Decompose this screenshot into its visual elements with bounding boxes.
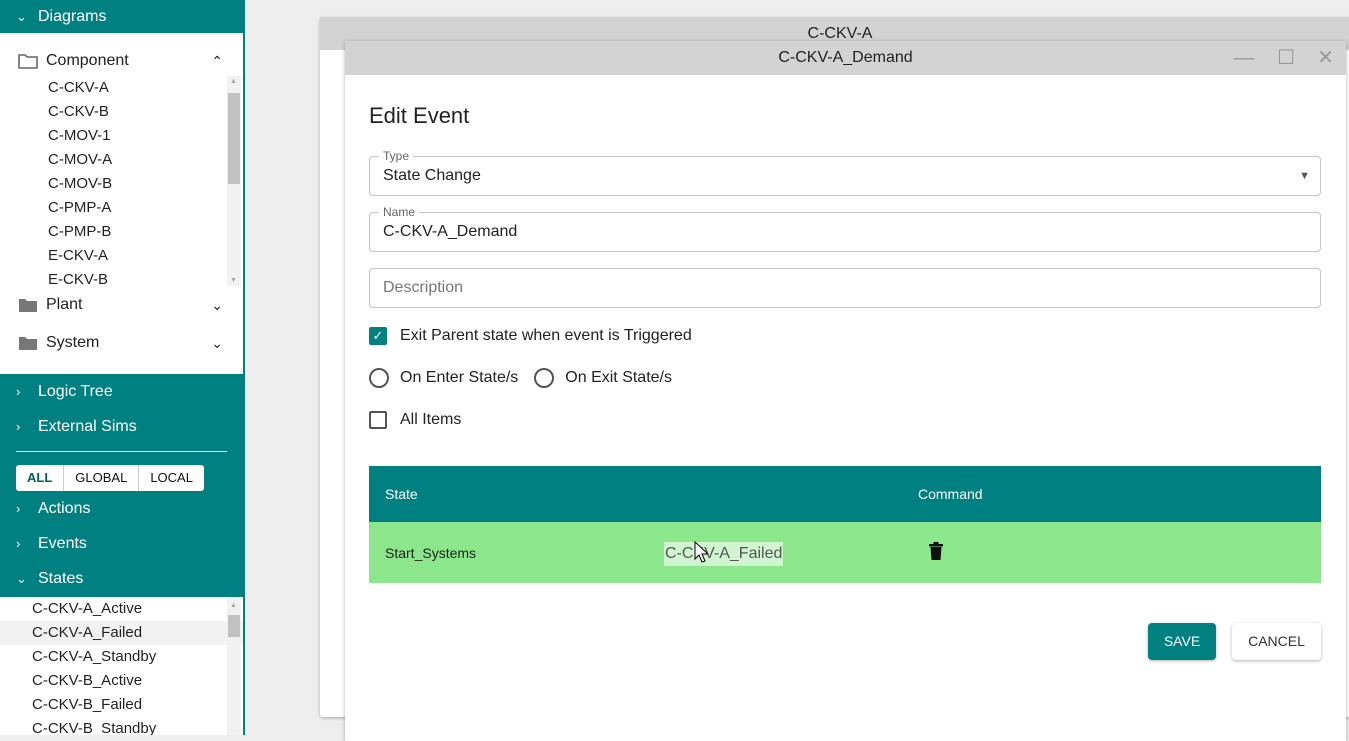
scroll-up-icon[interactable]: ▲: [230, 602, 237, 609]
scrollbar[interactable]: ▲ ▼: [227, 76, 241, 286]
radio-on-enter[interactable]: [369, 368, 389, 388]
logic-tree-header[interactable]: › Logic Tree: [0, 374, 243, 409]
folder-plant[interactable]: Plant ⌄: [0, 286, 243, 324]
folder-component[interactable]: Component ⌃: [0, 42, 243, 80]
chevron-right-icon: ›: [16, 501, 21, 516]
section-label: Actions: [38, 499, 91, 517]
folder-open-icon: [18, 54, 38, 69]
radio-label: On Exit State/s: [565, 369, 672, 386]
radio-label: On Enter State/s: [400, 369, 519, 386]
component-list: C-CKV-A C-CKV-B C-MOV-1 C-MOV-A C-MOV-B …: [0, 76, 243, 286]
section-label: External Sims: [38, 417, 137, 435]
chevron-down-icon: ⌄: [16, 570, 27, 586]
scroll-up-icon[interactable]: ▲: [230, 78, 237, 85]
dropdown-arrow-icon: ▼: [1299, 170, 1310, 182]
list-item[interactable]: C-CKV-B: [0, 100, 243, 124]
column-header-state: State: [369, 466, 902, 522]
list-item[interactable]: C-PMP-A: [0, 196, 243, 220]
chevron-down-icon: ⌄: [211, 296, 223, 313]
field-value: State Change: [383, 167, 481, 184]
section-label: Events: [38, 534, 87, 552]
external-sims-header[interactable]: › External Sims: [0, 409, 243, 444]
chevron-down-icon: ⌄: [211, 334, 223, 351]
folder-label: System: [46, 334, 100, 351]
folder-icon: [19, 299, 37, 312]
maximize-icon[interactable]: ☐: [1277, 41, 1295, 75]
table-row[interactable]: Start_Systems: [369, 522, 1321, 583]
filter-local[interactable]: LOCAL: [139, 465, 204, 491]
name-field[interactable]: Name C-CKV-A_Demand: [369, 205, 1321, 252]
list-item[interactable]: C-PMP-B: [0, 220, 243, 244]
list-item[interactable]: C-MOV-B: [0, 172, 243, 196]
description-field[interactable]: Description: [369, 268, 1321, 308]
save-button[interactable]: SAVE: [1148, 623, 1216, 660]
chevron-up-icon: ⌃: [211, 52, 223, 69]
list-item[interactable]: C-CKV-A_Active: [0, 597, 243, 621]
cancel-button[interactable]: CANCEL: [1232, 623, 1321, 660]
command-cell: [902, 522, 1321, 583]
events-header[interactable]: › Events: [0, 526, 243, 561]
minimize-icon[interactable]: —: [1234, 41, 1254, 75]
checkbox-checked-icon[interactable]: ✓: [369, 327, 387, 345]
state-table: State Command Start_Systems: [369, 466, 1321, 583]
sidebar: ⌄ Diagrams Component ⌃ C-CKV-A C-CKV-B C-M…: [0, 0, 245, 735]
type-select[interactable]: Type State Change ▼: [369, 149, 1321, 196]
close-icon[interactable]: ✕: [1317, 41, 1334, 75]
folder-label: Component: [46, 52, 129, 69]
states-header[interactable]: ⌄ States: [0, 561, 243, 596]
section-label: Diagrams: [38, 7, 107, 25]
list-item[interactable]: C-CKV-B_Failed: [0, 693, 243, 717]
field-value: C-CKV-A_Demand: [383, 223, 518, 240]
state-cell: Start_Systems: [369, 522, 902, 583]
edit-event-dialog: C-CKV-A_Demand — ☐ ✕ Edit Event Type Stat…: [345, 41, 1346, 741]
list-item[interactable]: C-MOV-1: [0, 124, 243, 148]
filter-all[interactable]: ALL: [16, 465, 65, 491]
checkbox-label: All Items: [400, 411, 462, 428]
list-item[interactable]: E-CKV-B: [0, 268, 243, 286]
scope-filter: ALL GLOBAL LOCAL: [16, 465, 243, 491]
drag-ghost: C-CKV-A_Failed: [664, 542, 784, 566]
scroll-thumb[interactable]: [228, 93, 240, 184]
scrollbar[interactable]: ▲: [227, 597, 241, 735]
all-items-checkbox-row[interactable]: All Items: [369, 411, 461, 429]
list-item[interactable]: C-CKV-B_Active: [0, 669, 243, 693]
scroll-down-icon[interactable]: ▼: [230, 277, 237, 284]
folder-label: Plant: [46, 296, 83, 313]
teal-panel: › Logic Tree › External Sims ALL GLOBAL LO…: [0, 374, 243, 597]
scroll-thumb[interactable]: [228, 615, 240, 637]
dialog-titlebar: C-CKV-A_Demand — ☐ ✕: [345, 41, 1346, 75]
exit-parent-checkbox-row[interactable]: ✓ Exit Parent state when event is Trigger…: [369, 327, 692, 345]
field-label: Name: [379, 205, 420, 219]
section-label: Logic Tree: [38, 382, 113, 400]
chevron-right-icon: ›: [16, 419, 21, 434]
list-item-selected[interactable]: C-CKV-A_Failed: [0, 621, 243, 645]
list-item[interactable]: C-CKV-B_Standby: [0, 717, 243, 735]
list-item[interactable]: C-CKV-A_Standby: [0, 645, 243, 669]
section-label: States: [38, 569, 84, 587]
chevron-right-icon: ›: [16, 536, 21, 551]
list-item[interactable]: E-CKV-A: [0, 244, 243, 268]
filter-global[interactable]: GLOBAL: [64, 465, 140, 491]
list-item[interactable]: C-MOV-A: [0, 148, 243, 172]
dialog-heading: Edit Event: [369, 103, 470, 128]
folder-icon: [19, 337, 37, 350]
checkbox-icon[interactable]: [369, 411, 387, 429]
chevron-right-icon: ›: [16, 384, 21, 399]
checkbox-label: Exit Parent state when event is Triggere…: [400, 327, 692, 344]
trigger-radio-group: On Enter State/s On Exit State/s: [369, 368, 672, 388]
states-list: C-CKV-A_Active C-CKV-A_Failed C-CKV-A_St…: [0, 597, 243, 735]
folder-system[interactable]: System ⌄: [0, 324, 243, 362]
list-item[interactable]: C-CKV-A: [0, 76, 243, 100]
cursor-icon: [694, 541, 708, 563]
field-label: Type: [379, 149, 414, 163]
radio-on-exit[interactable]: [534, 368, 555, 388]
trash-icon[interactable]: [929, 542, 943, 560]
field-placeholder: Description: [383, 279, 464, 296]
actions-header[interactable]: › Actions: [0, 491, 243, 526]
column-header-command: Command: [902, 466, 1321, 522]
dialog-title: C-CKV-A_Demand: [778, 49, 913, 66]
chevron-down-icon: ⌄: [16, 8, 27, 24]
divider: [16, 451, 227, 452]
diagrams-section-header[interactable]: ⌄ Diagrams: [0, 0, 243, 33]
